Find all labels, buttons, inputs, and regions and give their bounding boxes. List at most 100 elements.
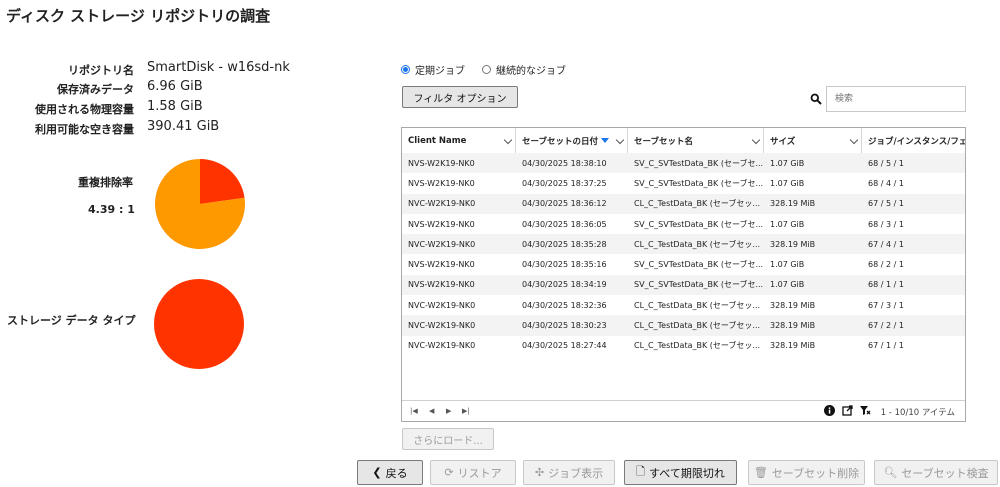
table-cell: 04/30/2025 18:35:16: [522, 260, 607, 270]
table-cell: 04/30/2025 18:36:12: [522, 199, 607, 209]
table-cell: 67 / 2 / 1: [868, 321, 904, 331]
table-cell: 04/30/2025 18:30:23: [522, 321, 607, 331]
column-header-size[interactable]: サイズ: [764, 128, 862, 153]
inspect-saveset-button[interactable]: 🔍︎ セーブセット検査: [874, 460, 998, 485]
search-input[interactable]: [826, 86, 966, 112]
back-button-label: 戻る: [385, 466, 408, 480]
table-cell: 328.19 MiB: [770, 341, 816, 351]
last-page-icon[interactable]: ▶|: [462, 407, 470, 415]
table-row[interactable]: NVC-W2K19-NK0 04/30/2025 18:36:12 CL_C_Tes…: [402, 193, 965, 214]
radio-selected-icon[interactable]: [401, 65, 410, 74]
column-header-client-name[interactable]: Client Name: [402, 128, 516, 153]
chevron-down-icon[interactable]: [751, 135, 761, 145]
table-cell: 68 / 1 / 1: [868, 280, 904, 290]
table-row[interactable]: NVC-W2K19-NK0 04/30/2025 18:30:23 CL_C_Tes…: [402, 315, 965, 336]
expire-all-button-label: すべて期限切れ: [649, 466, 725, 480]
table-cell: CL_C_TestData_BK (セーブセッ...: [634, 239, 761, 249]
back-button[interactable]: ❮ 戻る: [357, 460, 423, 485]
table-row[interactable]: NVS-W2K19-NK0 04/30/2025 18:37:25 SV_C_SVT…: [402, 173, 965, 193]
table-cell: 1.07 GiB: [770, 178, 805, 188]
radio-continuous-jobs[interactable]: 継続的なジョブ: [482, 62, 566, 77]
free-space-label: 利用可能な空き容量: [35, 123, 134, 136]
column-header-saveset-date[interactable]: セーブセットの日付: [516, 128, 628, 153]
dedup-pie-slice-physical: [200, 159, 245, 204]
table-row[interactable]: NVC-W2K19-NK0 04/30/2025 18:35:28 CL_C_Tes…: [402, 234, 965, 255]
table-cell: CL_C_TestData_BK (セーブセッ...: [634, 341, 761, 351]
storage-type-pie-chart: [154, 279, 244, 369]
table-cell: 328.19 MiB: [770, 199, 816, 209]
table-cell: NVC-W2K19-NK0: [408, 199, 476, 209]
sort-descending-icon: [601, 138, 609, 143]
table-cell: NVC-W2K19-NK0: [408, 239, 476, 249]
job-view-icon: ✣: [534, 466, 545, 479]
table-cell: 04/30/2025 18:37:25: [522, 178, 607, 188]
column-header-saveset-name[interactable]: セーブセット名: [628, 128, 764, 153]
delete-saveset-button-label: セーブセット削除: [771, 466, 860, 480]
stored-data-value: 6.96 GiB: [147, 79, 203, 94]
inspect-saveset-button-label: セーブセット検査: [901, 466, 989, 480]
table-cell: SV_C_SVTestData_BK (セーブセ...: [634, 178, 764, 188]
table-cell: NVC-W2K19-NK0: [408, 321, 476, 331]
stored-data-label: 保存済みデータ: [57, 83, 134, 96]
table-row[interactable]: NVC-W2K19-NK0 04/30/2025 18:27:44 CL_C_Tes…: [402, 336, 965, 356]
table-cell: 68 / 5 / 1: [868, 158, 904, 168]
table-cell: 68 / 3 / 1: [868, 219, 904, 229]
filter-options-button[interactable]: フィルタ オプション: [402, 86, 518, 108]
saveset-table: Client Name セーブセットの日付 セーブセット名 サイズ ジョブ/イン…: [401, 127, 966, 422]
next-page-icon[interactable]: ▶: [446, 407, 451, 415]
clear-filter-icon[interactable]: [859, 405, 871, 416]
table-cell: NVS-W2K19-NK0: [408, 280, 475, 290]
table-footer: |◀ ◀ ▶ ▶| 1 - 10/10 アイテム: [402, 400, 965, 421]
pagination-count: 1 - 10/10 アイテム: [880, 408, 955, 418]
load-more-button[interactable]: さらにロード...: [402, 428, 494, 450]
table-row[interactable]: NVC-W2K19-NK0 04/30/2025 18:32:36 CL_C_Tes…: [402, 295, 965, 315]
column-header-job-instance[interactable]: ジョブ/インスタンス/フェ: [862, 128, 965, 153]
table-cell: SV_C_SVTestData_BK (セーブセ...: [634, 280, 764, 290]
restore-button[interactable]: ⟳ リストア: [430, 460, 516, 485]
dedup-ratio: 4.39 : 1: [88, 203, 135, 216]
free-space-value: 390.41 GiB: [147, 119, 220, 134]
table-cell: 1.07 GiB: [770, 280, 805, 290]
table-cell: 68 / 4 / 1: [868, 178, 904, 188]
job-view-button[interactable]: ✣ ジョブ表示: [523, 460, 615, 485]
table-cell: 1.07 GiB: [770, 158, 805, 168]
table-cell: 328.19 MiB: [770, 239, 816, 249]
table-cell: 67 / 5 / 1: [868, 199, 904, 209]
table-cell: 328.19 MiB: [770, 300, 816, 310]
table-row[interactable]: NVS-W2K19-NK0 04/30/2025 18:38:10 SV_C_SVT…: [402, 153, 965, 174]
document-icon: 🗋: [636, 465, 646, 478]
dedup-pie-chart: [155, 159, 245, 249]
chevron-down-icon[interactable]: [615, 135, 625, 145]
table-cell: 67 / 1 / 1: [868, 341, 904, 351]
table-cell: 04/30/2025 18:35:28: [522, 239, 607, 249]
search-icon[interactable]: [810, 93, 822, 105]
expire-all-button[interactable]: 🗋 すべて期限切れ: [624, 460, 737, 485]
table-body: NVS-W2K19-NK0 04/30/2025 18:38:10 SV_C_SVT…: [402, 153, 965, 356]
radio-scheduled-jobs[interactable]: 定期ジョブ: [401, 62, 465, 77]
table-row[interactable]: NVS-W2K19-NK0 04/30/2025 18:34:19 SV_C_SVT…: [402, 274, 965, 296]
radio-unselected-icon[interactable]: [482, 65, 491, 74]
table-row[interactable]: NVS-W2K19-NK0 04/30/2025 18:35:16 SV_C_SVT…: [402, 254, 965, 274]
table-cell: 67 / 4 / 1: [868, 239, 904, 249]
chevron-left-icon: ❮: [372, 466, 382, 479]
table-cell: 68 / 2 / 1: [868, 260, 904, 270]
chevron-down-icon[interactable]: [503, 135, 513, 145]
table-cell: 04/30/2025 18:27:44: [522, 341, 607, 351]
table-cell: 1.07 GiB: [770, 219, 805, 229]
table-header: Client Name セーブセットの日付 セーブセット名 サイズ ジョブ/イン…: [402, 128, 965, 154]
storage-type-label: ストレージ データ タイプ: [7, 314, 136, 327]
table-cell: SV_C_SVTestData_BK (セーブセ...: [634, 260, 764, 270]
table-cell: NVS-W2K19-NK0: [408, 219, 475, 229]
table-cell: NVC-W2K19-NK0: [408, 341, 476, 351]
export-icon[interactable]: [842, 405, 853, 416]
page-title: ディスク ストレージ リポジトリの調査: [6, 7, 271, 25]
first-page-icon[interactable]: |◀: [410, 407, 418, 415]
prev-page-icon[interactable]: ◀: [429, 407, 434, 415]
physical-used-label: 使用される物理容量: [35, 103, 134, 116]
table-cell: CL_C_TestData_BK (セーブセッ...: [634, 300, 761, 310]
table-row[interactable]: NVS-W2K19-NK0 04/30/2025 18:36:05 SV_C_SVT…: [402, 214, 965, 234]
trash-icon: 🗑: [753, 466, 768, 479]
info-icon[interactable]: [824, 405, 835, 416]
chevron-down-icon[interactable]: [849, 135, 859, 145]
delete-saveset-button[interactable]: 🗑 セーブセット削除: [748, 460, 865, 485]
